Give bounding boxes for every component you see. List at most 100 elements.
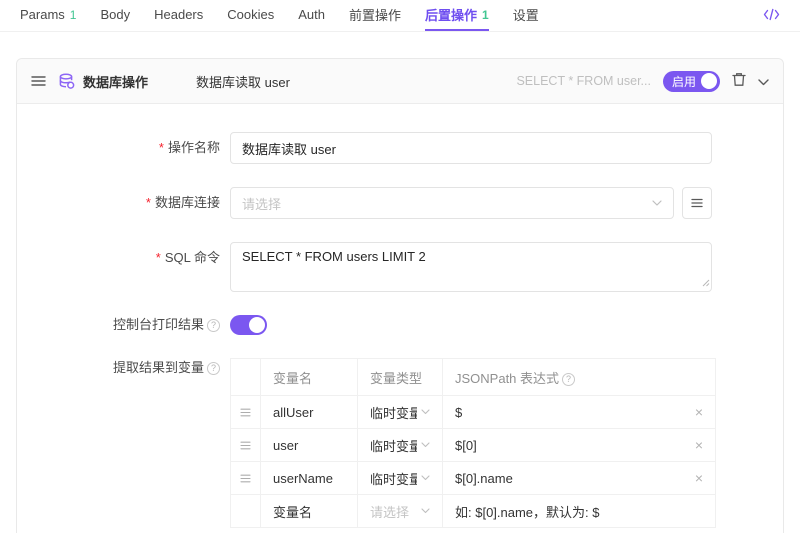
help-icon[interactable]: ?: [562, 373, 575, 386]
sql-label: *SQL 命令: [17, 242, 230, 274]
tab-auth[interactable]: Auth: [298, 0, 325, 31]
chevron-down-icon: [421, 409, 430, 415]
tabbar-spacer: [563, 0, 763, 31]
jsonpath-cell-empty[interactable]: 如: $[0].name，默认为: $: [443, 495, 716, 528]
request-tabs: Params 1 Body Headers Cookies Auth 前置操作 …: [0, 0, 800, 32]
table-row: user 临时变量 $[0] ×: [231, 429, 716, 462]
code-icon: [763, 8, 780, 24]
tab-pre-processors[interactable]: 前置操作: [349, 0, 401, 31]
tab-label: Params: [20, 7, 65, 22]
name-column-header: 变量名: [261, 359, 358, 396]
type-column-header: 变量类型: [358, 359, 443, 396]
var-type-cell[interactable]: 临时变量: [358, 396, 443, 429]
help-icon[interactable]: ?: [207, 319, 220, 332]
card-header-actions: SELECT * FROM user... 启用: [516, 71, 769, 92]
delete-row-icon[interactable]: ×: [695, 470, 703, 486]
var-type-cell[interactable]: 临时变量: [358, 462, 443, 495]
required-asterisk: *: [156, 250, 161, 265]
required-asterisk: *: [146, 195, 151, 210]
var-type-cell-empty[interactable]: 请选择: [358, 495, 443, 528]
chevron-down-icon: [421, 508, 430, 514]
table-header-row: 变量名 变量类型 JSONPath 表达式?: [231, 359, 716, 396]
console-log-toggle[interactable]: [230, 315, 267, 335]
row-drag-handle-icon[interactable]: [231, 474, 260, 483]
operation-name-input[interactable]: [230, 132, 712, 164]
form-row-operation-name: *操作名称: [17, 132, 783, 164]
card-body: *操作名称 *数据库连接 请选择: [17, 104, 783, 528]
trash-icon: [732, 72, 746, 90]
row-drag-cell: [231, 396, 261, 429]
console-log-control: [230, 315, 712, 335]
var-name-cell[interactable]: allUser: [261, 396, 358, 429]
chevron-down-icon: [421, 442, 430, 448]
var-name-cell[interactable]: user: [261, 429, 358, 462]
code-view-button[interactable]: [763, 0, 780, 31]
tab-post-processors[interactable]: 后置操作 1: [425, 0, 489, 31]
table-new-row: 变量名 请选择 如: $[0].name，默认为: $: [231, 495, 716, 528]
toggle-knob: [249, 317, 265, 333]
enable-toggle[interactable]: 启用: [663, 71, 720, 92]
variables-table: 变量名 变量类型 JSONPath 表达式?: [230, 358, 716, 528]
operation-name-label: *操作名称: [17, 132, 230, 164]
tab-badge: 1: [70, 8, 77, 22]
db-connection-select[interactable]: 请选择: [230, 187, 674, 219]
select-placeholder: 请选择: [242, 194, 648, 213]
jsonpath-cell[interactable]: $ ×: [443, 396, 716, 429]
tab-label: Body: [100, 7, 130, 22]
tab-label: 前置操作: [349, 5, 401, 24]
row-drag-cell: [231, 495, 261, 528]
chevron-down-icon: [758, 74, 769, 89]
operation-name-control: [230, 132, 712, 164]
table-row: userName 临时变量 $[0].name ×: [231, 462, 716, 495]
extract-vars-label: 提取结果到变量?: [17, 358, 230, 378]
collapse-operation-button[interactable]: [758, 74, 769, 89]
jsonpath-column-header: JSONPath 表达式?: [443, 359, 716, 396]
var-name-cell[interactable]: userName: [261, 462, 358, 495]
required-asterisk: *: [159, 140, 164, 155]
db-operation-card: 数据库操作 数据库读取 user SELECT * FROM user... 启…: [16, 58, 784, 533]
var-type-cell[interactable]: 临时变量: [358, 429, 443, 462]
row-drag-cell: [231, 462, 261, 495]
jsonpath-cell[interactable]: $[0].name ×: [443, 462, 716, 495]
sql-command-textarea[interactable]: [230, 242, 712, 292]
console-log-label: 控制台打印结果?: [17, 315, 230, 335]
list-icon: [691, 196, 703, 211]
delete-operation-button[interactable]: [732, 72, 746, 90]
enable-toggle-knob: [701, 73, 717, 89]
card-drag-handle-icon[interactable]: [31, 75, 46, 87]
jsonpath-cell[interactable]: $[0] ×: [443, 429, 716, 462]
manage-connections-button[interactable]: [682, 187, 712, 219]
row-drag-handle-icon[interactable]: [231, 441, 260, 450]
tab-params[interactable]: Params 1: [20, 0, 76, 31]
tab-body[interactable]: Body: [100, 0, 130, 31]
tab-label: Auth: [298, 7, 325, 22]
row-drag-handle-icon[interactable]: [231, 408, 260, 417]
row-drag-cell: [231, 429, 261, 462]
operation-type-label: 数据库操作: [83, 72, 148, 91]
chevron-down-icon: [421, 475, 430, 481]
var-name-cell-empty[interactable]: 变量名: [261, 495, 358, 528]
tab-label: Cookies: [227, 7, 274, 22]
tab-settings[interactable]: 设置: [513, 0, 539, 31]
tab-label: Headers: [154, 7, 203, 22]
tab-label: 设置: [513, 5, 539, 24]
operation-title: 数据库读取 user: [196, 72, 290, 91]
db-connection-label: *数据库连接: [17, 187, 230, 219]
tab-cookies[interactable]: Cookies: [227, 0, 274, 31]
enable-toggle-label: 启用: [672, 73, 696, 90]
sql-control: [230, 242, 712, 292]
form-row-console-log: 控制台打印结果?: [17, 315, 783, 335]
tab-headers[interactable]: Headers: [154, 0, 203, 31]
database-icon: [58, 73, 75, 90]
delete-row-icon[interactable]: ×: [695, 437, 703, 453]
card-header: 数据库操作 数据库读取 user SELECT * FROM user... 启…: [17, 59, 783, 104]
sql-preview-text: SELECT * FROM user...: [516, 74, 651, 88]
form-row-db-connection: *数据库连接 请选择: [17, 187, 783, 219]
delete-row-icon[interactable]: ×: [695, 404, 703, 420]
help-icon[interactable]: ?: [207, 362, 220, 375]
table-row: allUser 临时变量 $ ×: [231, 396, 716, 429]
form-row-extract-vars: 提取结果到变量? 变量名 变量类型 JSONPath 表达式?: [17, 358, 783, 528]
form-row-sql: *SQL 命令: [17, 242, 783, 292]
extract-vars-control: 变量名 变量类型 JSONPath 表达式?: [230, 358, 712, 528]
db-connection-control: 请选择: [230, 187, 712, 219]
